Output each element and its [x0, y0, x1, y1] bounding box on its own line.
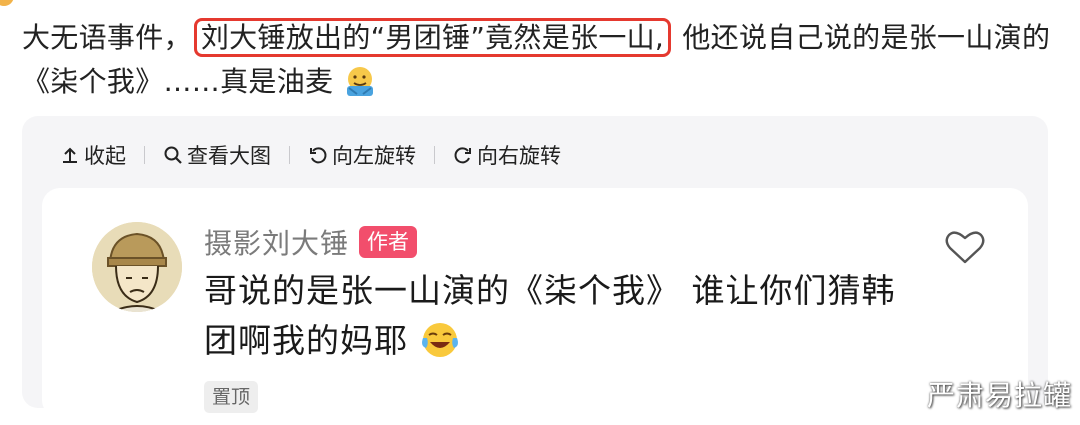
image-toolbar: 收起 查看大图 向左旋转 向右旋转: [60, 136, 561, 174]
comment-body: 哥说的是张一山演的《柒个我》 谁让你们猜韩团啊我的妈耶: [204, 271, 896, 360]
comment-text: 哥说的是张一山演的《柒个我》 谁让你们猜韩团啊我的妈耶: [204, 266, 924, 366]
post-text-before: 大无语事件，: [22, 21, 192, 54]
author-avatar[interactable]: [92, 222, 182, 312]
toolbar-divider: [289, 146, 290, 164]
rotate-left-button[interactable]: 向左旋转: [308, 140, 416, 170]
collapse-up-arrow-icon: [63, 147, 77, 163]
author-line: 摄影刘大锤 作者: [204, 222, 418, 262]
rotate-left-icon: [310, 147, 327, 164]
rotate-right-button[interactable]: 向右旋转: [453, 140, 561, 170]
post-text: 大无语事件， 刘大锤放出的“男团锤”竟然是张一山, 他还说自己说的是张一山演的《柒…: [22, 16, 1062, 104]
laughing-crying-emoji-icon: [420, 320, 460, 360]
collapse-button[interactable]: 收起: [60, 140, 126, 170]
author-badge: 作者: [359, 226, 418, 258]
heart-icon: [945, 231, 985, 264]
like-button[interactable]: [944, 228, 986, 270]
collapse-label: 收起: [84, 144, 126, 168]
comment-screenshot: 摄影刘大锤 作者 哥说的是张一山演的《柒个我》 谁让你们猜韩团啊我的妈耶 置顶: [42, 188, 1028, 418]
greasy-emoji-icon: [343, 64, 377, 98]
pinned-tag: 置顶: [204, 381, 259, 413]
toolbar-divider: [434, 146, 435, 164]
user-avatar-fragment: [0, 0, 14, 6]
rotate-right-icon: [454, 147, 471, 164]
watermark: 严肃易拉罐: [926, 379, 1072, 412]
view-large-label: 查看大图: [187, 144, 271, 168]
view-large-button[interactable]: 查看大图: [163, 140, 271, 170]
magnify-icon: [164, 146, 182, 164]
rotate-right-label: 向右旋转: [477, 144, 561, 168]
image-card: 收起 查看大图 向左旋转 向右旋转 摄影刘大锤 作者 哥说的是张一山演的《柒个我…: [22, 116, 1048, 418]
rotate-left-label: 向左旋转: [332, 144, 416, 168]
highlighted-text: 刘大锤放出的“男团锤”竟然是张一山,: [193, 18, 672, 57]
author-name[interactable]: 摄影刘大锤: [204, 222, 349, 262]
toolbar-divider: [144, 146, 145, 164]
previous-item-fragment: [0, 0, 120, 6]
